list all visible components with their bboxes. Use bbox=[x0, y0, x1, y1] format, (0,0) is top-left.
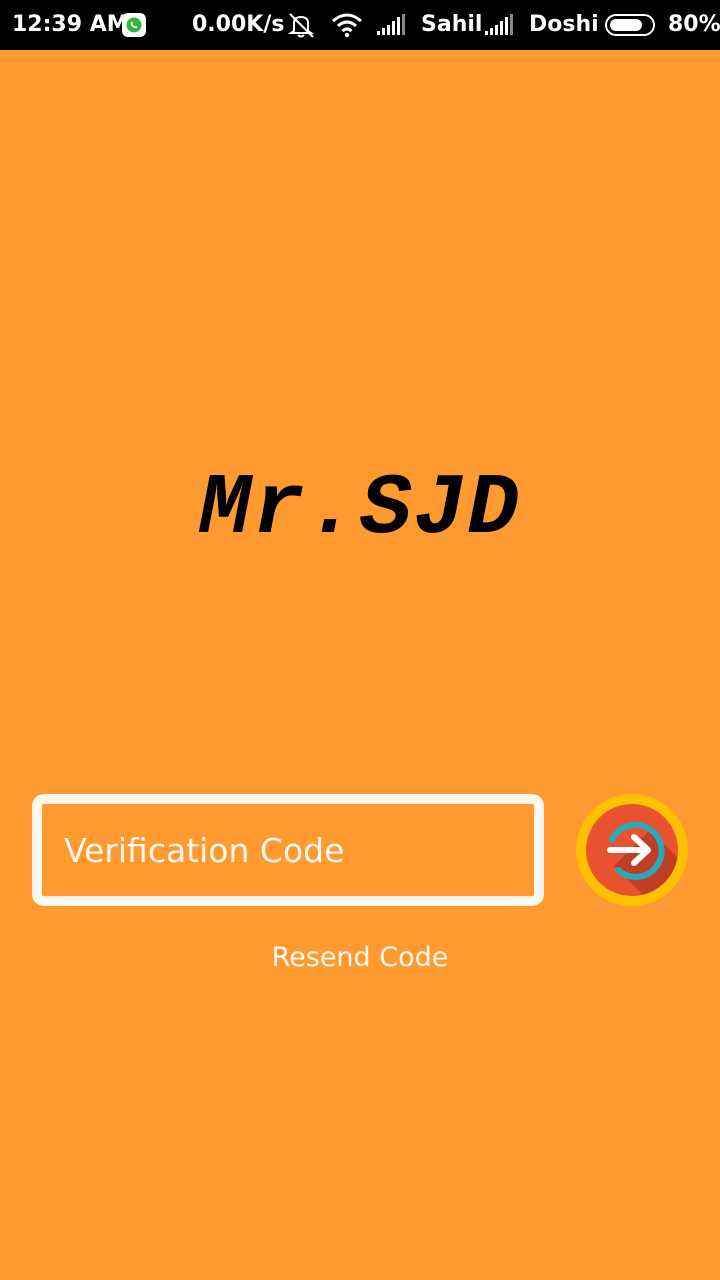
whatsapp-icon bbox=[122, 13, 146, 37]
wifi-icon bbox=[331, 12, 363, 44]
app-title: Mr.SJD bbox=[199, 460, 521, 558]
resend-code-link[interactable]: Resend Code bbox=[0, 942, 720, 973]
submit-button[interactable] bbox=[576, 794, 688, 906]
battery-icon bbox=[605, 14, 655, 36]
network-speed: 0.00K/s bbox=[192, 12, 285, 37]
carrier-2-label: Doshi bbox=[529, 12, 599, 37]
battery-fill bbox=[610, 19, 642, 31]
status-time: 12:39 AM bbox=[12, 12, 129, 37]
signal-icon bbox=[484, 14, 516, 42]
mute-icon bbox=[286, 11, 316, 45]
battery-percent: 80% bbox=[668, 12, 720, 37]
arrow-right-icon bbox=[586, 804, 678, 896]
verification-code-input[interactable] bbox=[42, 804, 534, 896]
signal-icon bbox=[376, 14, 408, 42]
status-bar: 12:39 AM 0.00K/s Sahil Doshi 80% bbox=[0, 0, 720, 50]
verification-code-field[interactable] bbox=[32, 794, 544, 906]
carrier-1-label: Sahil bbox=[421, 12, 483, 37]
